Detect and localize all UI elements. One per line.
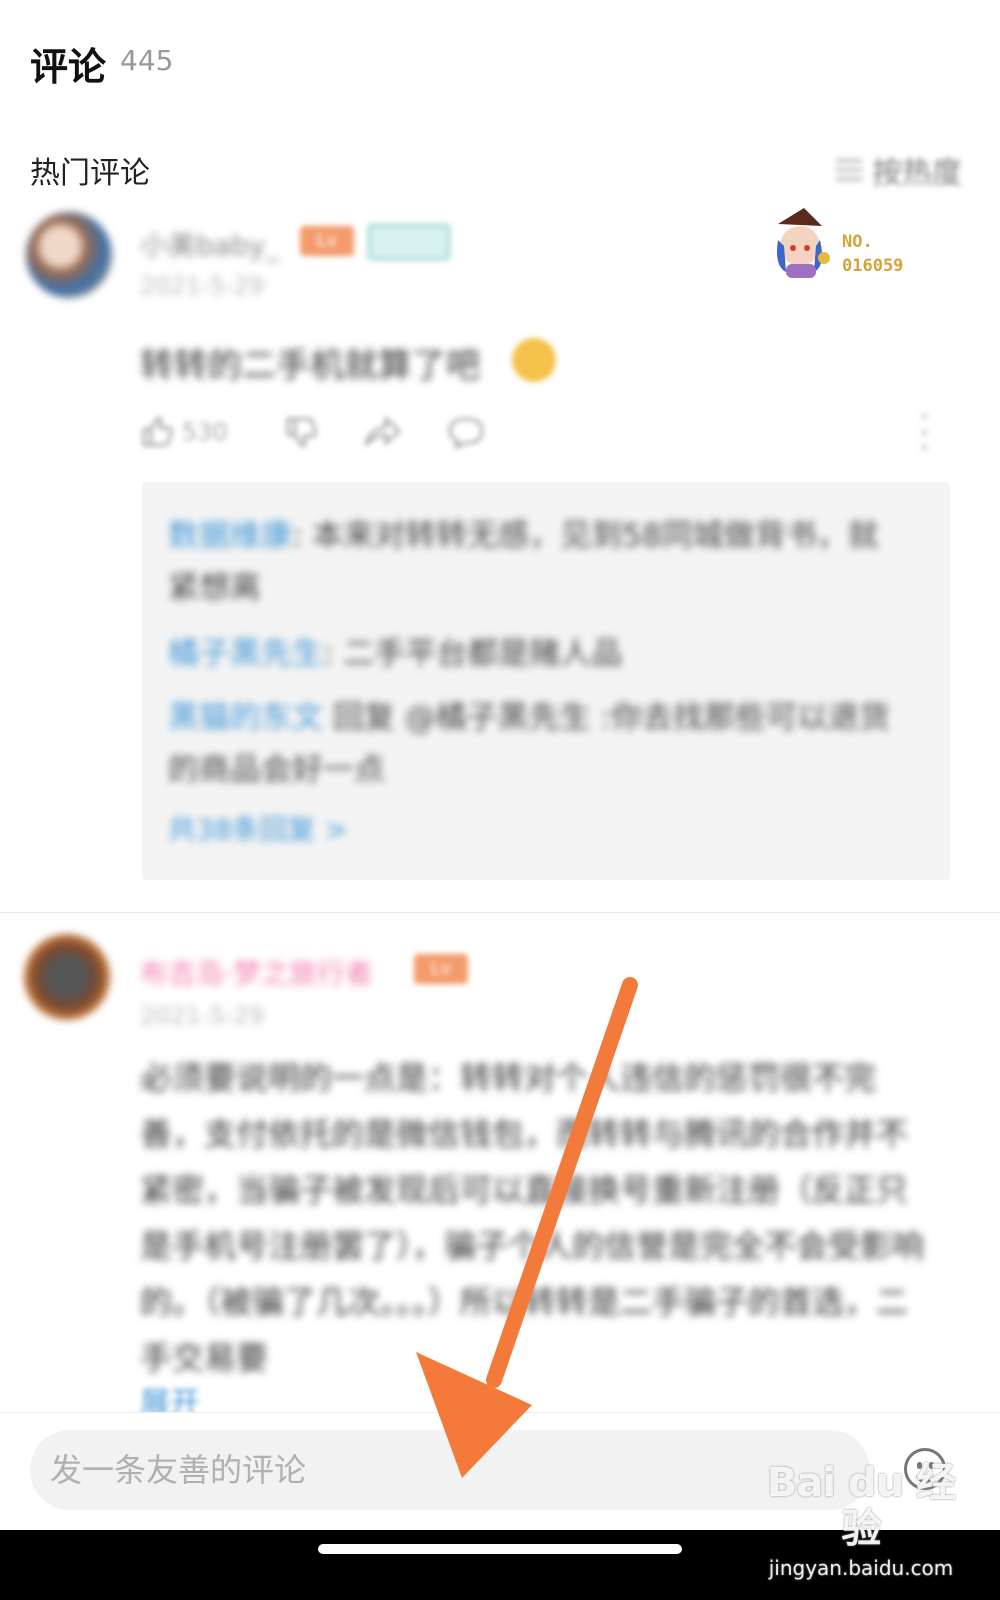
reply-username[interactable]: 橘子黑先生 — [168, 636, 323, 672]
home-indicator[interactable] — [318, 1544, 682, 1554]
more-options-button[interactable] — [918, 414, 930, 450]
reply-username[interactable]: 数据维康 — [168, 518, 292, 554]
page-title: 评论 — [30, 45, 107, 89]
hot-comments-title: 热门评论 — [30, 156, 150, 191]
reply-item[interactable]: 黑猫的东文 回复 @橘子黑先生 :你去找那些可以退货的商品会好一点 — [168, 692, 908, 796]
share-button[interactable] — [362, 412, 402, 452]
level-badge: Lv — [300, 226, 354, 256]
comment-date: 2021-5-29 — [140, 1002, 265, 1030]
comment-input[interactable] — [30, 1430, 870, 1510]
reply-item[interactable]: 数据维康: 本来对转转无感，见到58同城做背书，就紧想离 — [168, 510, 908, 614]
watermark-url: jingyan.baidu.com — [768, 1556, 954, 1580]
sort-button[interactable]: 按热度 — [836, 148, 962, 192]
reply-list: 数据维康: 本来对转转无感，见到58同城做背书，就紧想离 橘子黑先生: 二手平台… — [142, 482, 950, 880]
reply-button[interactable] — [446, 412, 486, 452]
reply-text: : 二手平台都是赌人品 — [323, 636, 623, 672]
fan-badge-icon — [777, 208, 830, 278]
view-all-replies-link[interactable]: 共38条回复 > — [168, 808, 348, 848]
like-count: 530 — [182, 418, 228, 446]
dislike-button[interactable] — [284, 412, 318, 452]
avatar[interactable] — [24, 934, 110, 1020]
level-badge: Lv — [414, 954, 468, 984]
divider — [0, 912, 1000, 913]
comment-username[interactable]: 布吉岛·梦之旅行者 — [140, 952, 373, 992]
sort-label: 按热度 — [872, 156, 962, 191]
comment-date: 2021-5-29 — [140, 272, 265, 300]
thumbs-up-icon — [142, 416, 173, 447]
thumbs-down-icon — [286, 417, 317, 448]
menu-lines-icon — [836, 160, 862, 180]
fan-badge-number: NO. 016059 — [842, 230, 903, 278]
avatar[interactable] — [26, 212, 112, 298]
comment-username[interactable]: 小美baby_ — [140, 224, 279, 264]
member-badge — [368, 224, 450, 260]
baidu-jingyan-watermark: Bai du 经验 jingyan.baidu.com — [756, 1460, 966, 1580]
share-icon — [364, 416, 401, 446]
badge-no-label: NO. — [842, 232, 873, 252]
reply-item[interactable]: 橘子黑先生: 二手平台都是赌人品 — [168, 628, 908, 680]
like-button[interactable]: 530 — [140, 412, 228, 452]
emoji-icon — [512, 338, 556, 382]
comment-text: 必须要说明的一点是：转转对个人违信的惩罚很不完善，支付依托的是微信钱包，而转转与… — [140, 1059, 925, 1377]
comment-bubble-icon — [448, 417, 484, 449]
comment-text: 转转的二手机就算了吧 — [140, 346, 480, 386]
badge-no-value: 016059 — [842, 256, 904, 276]
reply-username[interactable]: 黑猫的东文 — [168, 700, 323, 736]
comment-count: 445 — [120, 44, 174, 77]
watermark-logo: Bai du 经验 — [766, 1460, 956, 1552]
